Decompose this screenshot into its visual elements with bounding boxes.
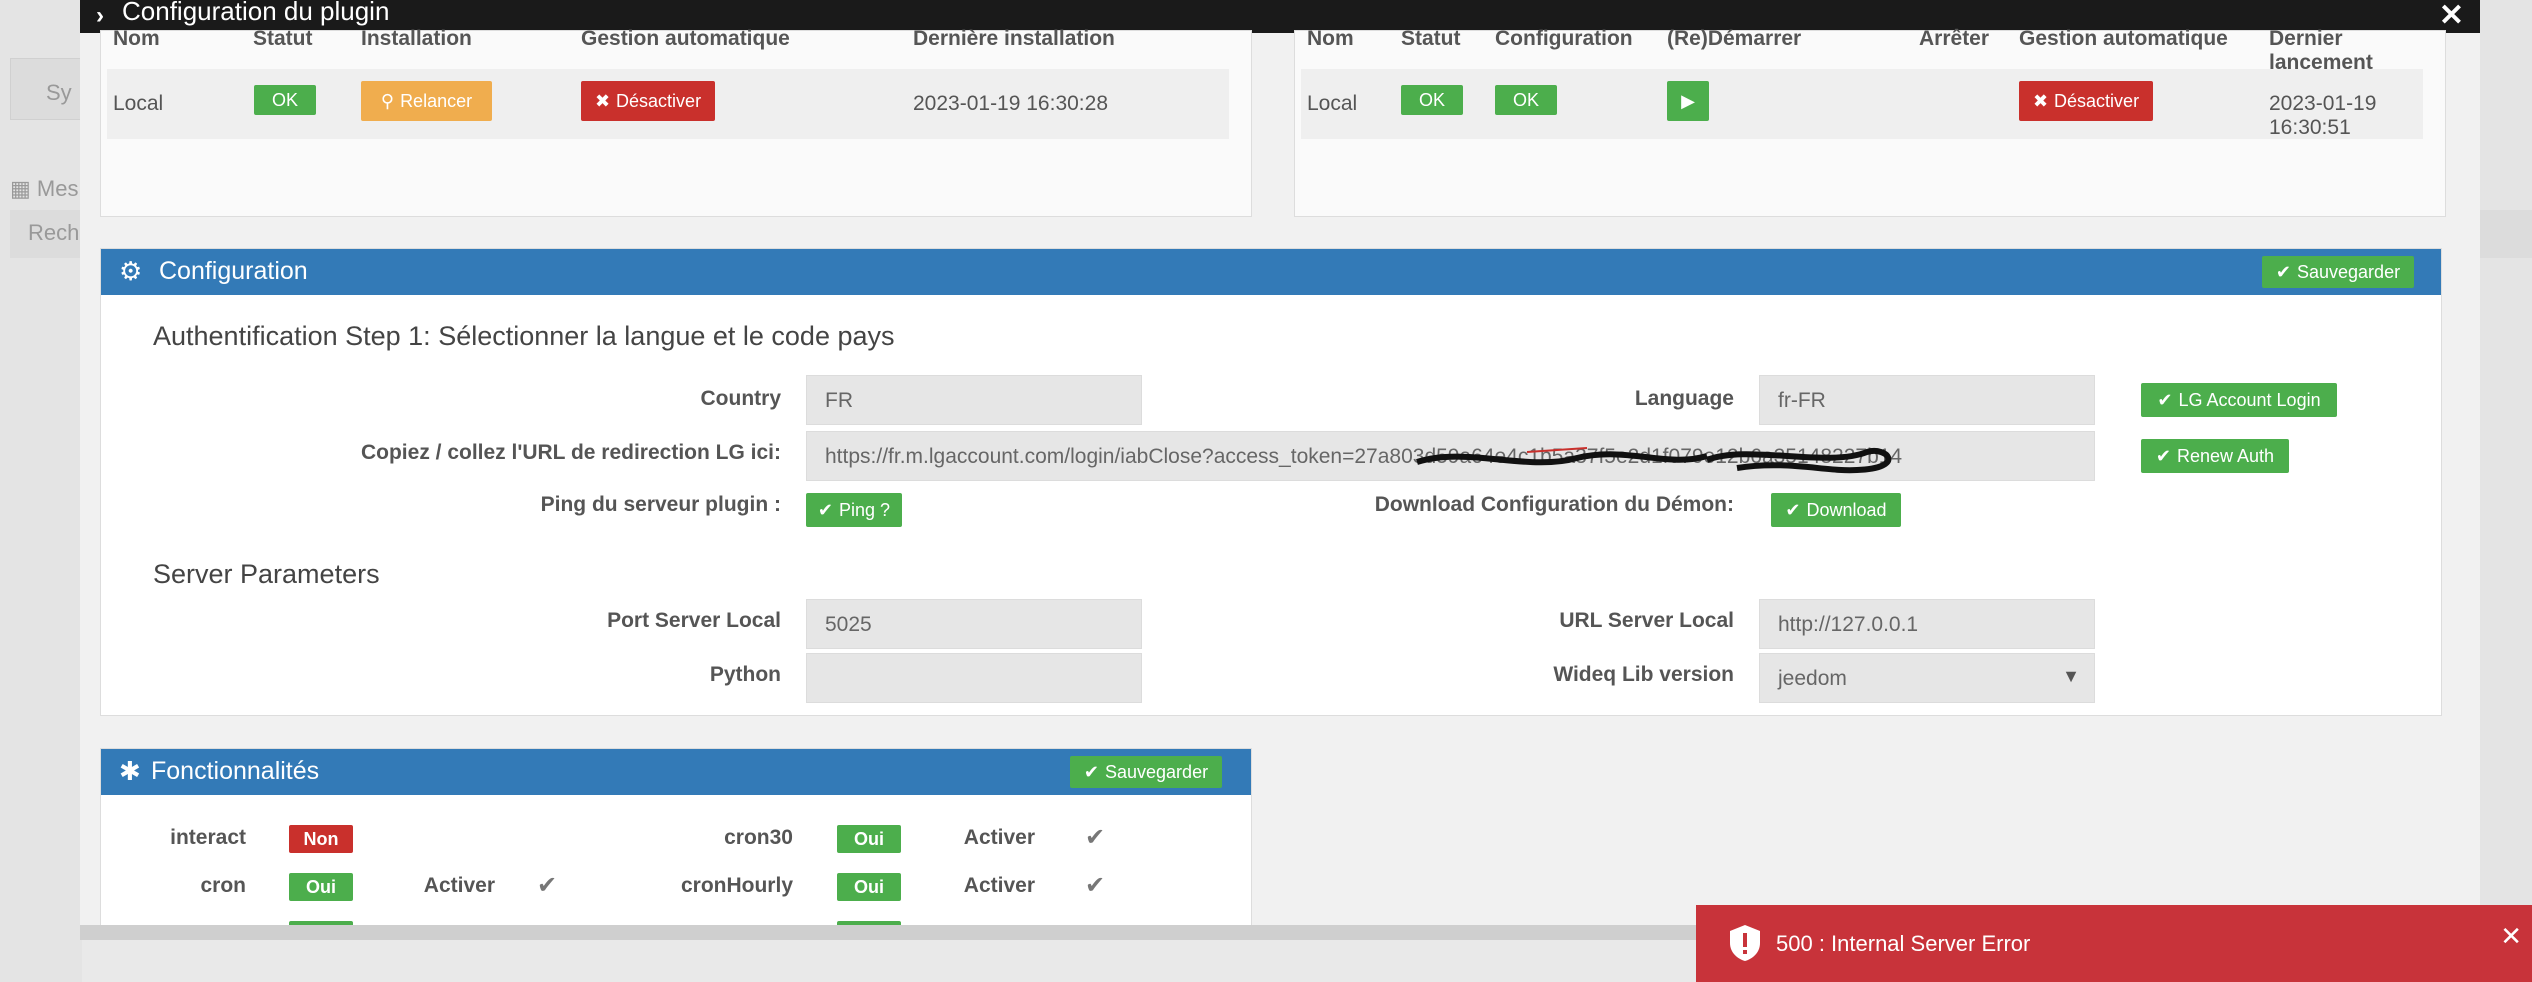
language-field[interactable]: fr-FR [1759,375,2095,425]
redaction-scribble [1416,447,1892,474]
lg-account-login-button[interactable]: ✔ LG Account Login [2141,383,2337,417]
ping-button[interactable]: ✔ Ping ? [806,493,902,527]
country-label: Country [700,387,782,410]
chevron-right-icon: › [96,2,104,29]
features-save-button[interactable]: ✔ Sauvegarder [1070,756,1222,788]
wideq-select[interactable]: jeedom ▼ [1759,653,2095,703]
config-save-button[interactable]: ✔ Sauvegarder [2262,256,2414,288]
plugin-config-modal: › Configuration du plugin ✕ Nom Statut I… [80,0,2480,940]
check-circle-icon: ✔ [2157,389,2173,410]
times-icon: ✖ [2032,90,2049,111]
features-panel: ✱ Fonctionnalités ✔ Sauvegarder interact … [100,748,1252,940]
redirect-url-field[interactable]: https://fr.m.lgaccount.com/login/iabClos… [806,431,2095,481]
feature-cron-label: cron [200,874,246,897]
download-button[interactable]: ✔ Download [1771,493,1901,527]
error-toast: 500 : Internal Server Error ✕ [1696,905,2532,982]
wideq-label: Wideq Lib version [1553,663,1734,686]
cronhourly-activer-checkbox[interactable]: ✔ [1085,871,1105,900]
port-label: Port Server Local [607,609,781,632]
ping-label: Ping du serveur plugin : [540,493,781,516]
features-panel-header: ✱ Fonctionnalités ✔ Sauvegarder [101,749,1251,795]
install-nom: Local [113,92,164,115]
daemon-status-badge: OK [1401,85,1463,115]
check-circle-icon: ✔ [2155,445,2171,466]
daemon-header-date: Dernier lancement [2269,27,2373,74]
close-icon[interactable]: ✕ [2500,921,2522,952]
redirect-url-label: Copiez / collez l'URL de redirection LG … [360,441,781,464]
dependencies-panel: Nom Statut Installation Gestion automati… [100,27,1252,217]
install-row: Local OK ⚲ Relancer ✖ Désactiver 2023-01-1… [107,69,1229,139]
install-header-installation: Installation [361,27,472,50]
background-page-left [0,0,82,982]
install-status-badge: OK [254,85,316,115]
daemon-nom: Local [1307,92,1358,115]
feature-cron30-state: Oui [837,825,901,853]
daemon-header-nom: Nom [1307,27,1354,50]
python-label: Python [709,663,781,686]
auth-step1-title: Authentification Step 1: Sélectionner la… [153,321,895,351]
background-tab-label: Sy [46,80,72,105]
daemon-config-badge: OK [1495,85,1557,115]
bicycle-icon: ⚲ [380,90,395,111]
daemon-panel: Nom Statut Configuration (Re)Démarrer Ar… [1294,27,2446,217]
feature-cronhourly-label: cronHourly [680,874,793,897]
check-circle-icon: ✔ [1083,761,1099,782]
background-right-input [2480,210,2532,258]
feature-interact-state: Non [289,825,353,853]
install-header-gestion: Gestion automatique [581,27,790,50]
cron30-activer-checkbox[interactable]: ✔ [1085,823,1105,852]
feature-interact-label: interact [170,826,246,849]
renew-auth-button[interactable]: ✔ Renew Auth [2141,439,2289,473]
install-header-statut: Statut [253,27,313,50]
check-circle-icon: ✔ [1785,499,1801,520]
feature-cron-activer-label: Activer [423,874,495,897]
play-icon: ▶ [1681,90,1695,111]
background-search-placeholder: Rech [28,220,80,245]
table-icon: ▦ [10,176,31,201]
start-daemon-button[interactable]: ▶ [1667,81,1709,121]
caret-down-icon: ▼ [2062,666,2080,686]
configuration-title: Configuration [159,257,308,285]
check-circle-icon: ✔ [2275,261,2291,282]
feature-cronhourly-activer-label: Activer [963,874,1035,897]
times-icon: ✖ [594,90,611,111]
feature-cronhourly-state: Oui [837,873,901,901]
url-server-field[interactable]: http://127.0.0.1 [1759,599,2095,649]
python-field[interactable] [806,653,1142,703]
daemon-header-arreter: Arrêter [1919,27,1990,50]
configuration-panel-header: ⚙ Configuration ✔ Sauvegarder [101,249,2441,295]
daemon-header-gestion: Gestion automatique [2019,27,2228,50]
feature-cron-state: Oui [289,873,353,901]
cron-activer-checkbox[interactable]: ✔ [537,871,557,900]
install-header-date: Dernière installation [913,27,1115,50]
daemon-header-redemarrer: (Re)Démarrer [1667,27,1802,50]
daemon-date: 2023-01-19 16:30:51 [2269,92,2377,139]
install-desactiver-button[interactable]: ✖ Désactiver [581,81,715,121]
country-field[interactable]: FR [806,375,1142,425]
feature-cron30-label: cron30 [724,826,793,849]
download-config-label: Download Configuration du Démon: [1374,493,1734,516]
server-params-title: Server Parameters [153,559,380,589]
url-server-label: URL Server Local [1559,609,1734,632]
daemon-header-statut: Statut [1401,27,1461,50]
cogs-icon: ⚙ [119,256,143,286]
daemon-row: Local OK OK ▶ ✖ Désactiver 2023-01-19 16:… [1301,69,2423,139]
daemon-header-configuration: Configuration [1495,27,1633,50]
configuration-panel: ⚙ Configuration ✔ Sauvegarder Authentific… [100,248,2442,716]
error-message: 500 : Internal Server Error [1776,931,2031,956]
feature-cron30-activer-label: Activer [963,826,1035,849]
features-title: Fonctionnalités [151,757,320,785]
port-field[interactable]: 5025 [806,599,1142,649]
install-header-nom: Nom [113,27,160,50]
language-label: Language [1634,387,1734,410]
shield-exclamation-icon [1730,925,1760,961]
background-section-label: ▦ Mes [10,176,79,201]
relancer-button[interactable]: ⚲ Relancer [361,81,492,121]
check-circle-icon: ✔ [817,499,834,520]
puzzle-icon: ✱ [119,756,141,786]
modal-title: Configuration du plugin [122,0,390,26]
background-page-right [2480,0,2532,982]
daemon-desactiver-button[interactable]: ✖ Désactiver [2019,81,2153,121]
install-date: 2023-01-19 16:30:28 [913,92,1108,115]
